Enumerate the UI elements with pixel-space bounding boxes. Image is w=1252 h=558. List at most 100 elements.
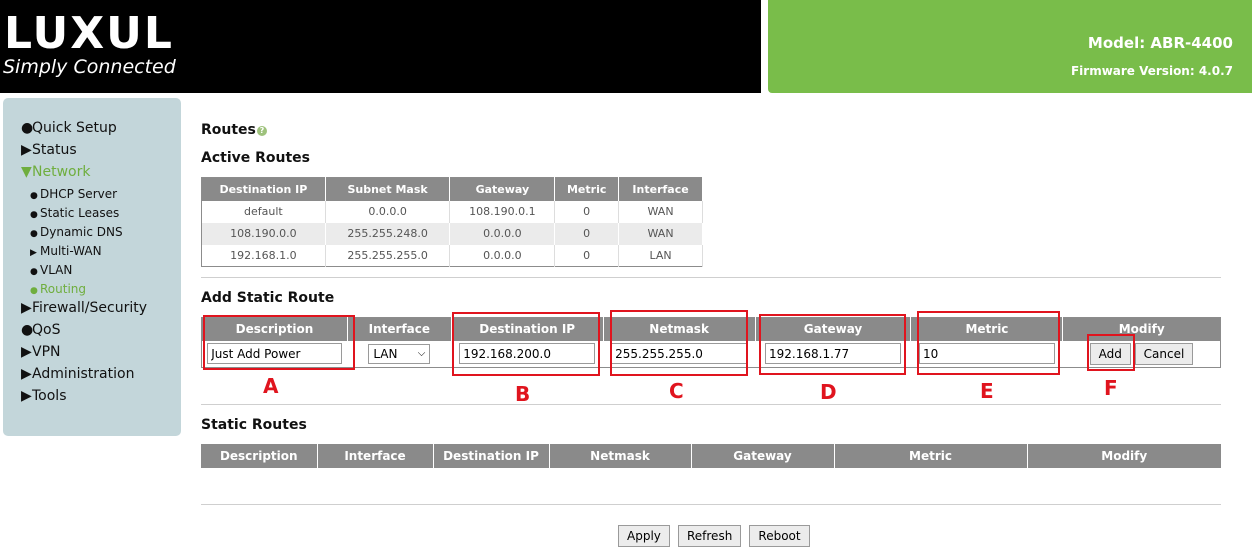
bullet-icon: ● <box>30 286 38 296</box>
nav-label: Firewall/Security <box>32 300 148 316</box>
table-cell: 255.255.248.0 <box>325 222 451 245</box>
nav-vlan[interactable]: ● VLAN <box>30 263 72 277</box>
nav-status[interactable]: ▶Status <box>21 142 77 158</box>
annotation-box-d <box>759 314 906 375</box>
table-row: 192.168.1.0 255.255.255.0 0.0.0.0 0 LAN <box>201 244 703 267</box>
nav-tools[interactable]: ▶Tools <box>21 388 67 404</box>
nav-vpn[interactable]: ▶VPN <box>21 344 61 360</box>
table-cell: 0 <box>554 222 620 245</box>
add-static-route-title: Add Static Route <box>201 290 335 306</box>
nav-administration[interactable]: ▶Administration <box>21 366 134 382</box>
divider <box>201 277 1221 278</box>
apply-button[interactable]: Apply <box>618 525 670 547</box>
table-cell: LAN <box>618 244 703 267</box>
column-header: Destination IP <box>201 177 326 201</box>
column-header: Destination IP <box>433 444 550 468</box>
table-cell: default <box>201 200 326 223</box>
nav-label: DHCP Server <box>40 187 118 201</box>
interface-select[interactable]: LAN ⌵ <box>368 343 431 364</box>
table-cell: 0 <box>554 244 620 267</box>
column-header: Interface <box>618 177 703 201</box>
nav-label: QoS <box>32 322 61 338</box>
reboot-button[interactable]: Reboot <box>749 525 810 547</box>
bullet-icon: ● <box>21 120 34 136</box>
nav-multi-wan[interactable]: ▶ Multi-WAN <box>30 244 102 258</box>
annotation-label-c: C <box>669 379 684 403</box>
interface-select-value: LAN <box>373 346 398 361</box>
model-label: Model: ABR-4400 <box>1087 34 1233 52</box>
nav-label: Status <box>32 142 77 158</box>
header-right: Model: ABR-4400 Firmware Version: 4.0.7 <box>768 0 1252 93</box>
column-header: Gateway <box>449 177 556 201</box>
page-title: Routes? <box>201 122 267 138</box>
triangle-down-icon: ▼ <box>21 164 32 180</box>
annotation-label-f: F <box>1104 376 1118 400</box>
table-cell: 255.255.255.0 <box>325 244 451 267</box>
table-cell: WAN <box>618 200 703 223</box>
table-row: default 0.0.0.0 108.190.0.1 0 WAN <box>201 200 703 223</box>
column-header: Interface <box>347 317 452 341</box>
table-cell: 108.190.0.0 <box>201 222 326 245</box>
nav-quick-setup[interactable]: ●Quick Setup <box>21 120 117 136</box>
annotation-label-a: A <box>263 374 279 398</box>
nav-label: Routing <box>40 282 87 296</box>
nav-dynamic-dns[interactable]: ● Dynamic DNS <box>30 225 123 239</box>
nav-label: Network <box>32 164 91 180</box>
annotation-label-d: D <box>820 380 837 404</box>
bullet-icon: ● <box>30 267 38 277</box>
table-cell: 192.168.1.0 <box>201 244 326 267</box>
table-cell: 0.0.0.0 <box>449 244 556 267</box>
nav-routing[interactable]: ● Routing <box>30 282 86 296</box>
nav-firewall-security[interactable]: ▶Firewall/Security <box>21 300 147 316</box>
active-routes-title: Active Routes <box>201 150 311 166</box>
chevron-down-icon: ⌵ <box>417 347 426 359</box>
nav-label: Dynamic DNS <box>40 225 123 239</box>
footer-buttons: Apply Refresh Reboot <box>618 525 813 547</box>
static-routes-title: Static Routes <box>201 417 307 433</box>
table-cell: WAN <box>618 222 703 245</box>
firmware-label: Firmware Version: 4.0.7 <box>1070 64 1233 78</box>
luxul-logo: LUXUL <box>4 8 174 59</box>
annotation-box-f <box>1087 334 1135 371</box>
nav-label: VLAN <box>40 263 73 277</box>
column-header: Modify <box>1027 444 1221 468</box>
column-header: Metric <box>834 444 1028 468</box>
annotation-box-e <box>917 311 1060 375</box>
column-header: Description <box>201 444 318 468</box>
column-header: Subnet Mask <box>325 177 451 201</box>
bullet-icon: ● <box>21 322 34 338</box>
column-header: Interface <box>317 444 434 468</box>
column-header: Netmask <box>549 444 692 468</box>
table-cell: 108.190.0.1 <box>449 200 556 223</box>
triangle-right-icon: ▶ <box>21 388 32 404</box>
table-row: 108.190.0.0 255.255.248.0 0.0.0.0 0 WAN <box>201 222 703 245</box>
triangle-right-icon: ▶ <box>21 366 32 382</box>
annotation-box-b <box>452 312 600 376</box>
nav-label: VPN <box>32 344 61 360</box>
triangle-right-icon: ▶ <box>30 248 37 258</box>
triangle-right-icon: ▶ <box>21 300 32 316</box>
help-icon[interactable]: ? <box>256 126 267 136</box>
cancel-button[interactable]: Cancel <box>1134 342 1194 365</box>
divider <box>201 404 1221 405</box>
bullet-icon: ● <box>30 210 38 220</box>
annotation-label-b: B <box>515 382 531 406</box>
nav-static-leases[interactable]: ● Static Leases <box>30 206 119 220</box>
column-header: Gateway <box>691 444 835 468</box>
annotation-box-a <box>203 315 355 370</box>
annotation-label-e: E <box>980 379 994 403</box>
refresh-button[interactable]: Refresh <box>677 525 742 547</box>
nav-label: Multi-WAN <box>40 244 102 258</box>
nav-label: Quick Setup <box>32 120 117 136</box>
annotation-box-c <box>610 310 748 376</box>
table-cell: LAN ⌵ <box>347 340 452 368</box>
nav-dhcp-server[interactable]: ● DHCP Server <box>30 187 117 201</box>
table-cell: 0 <box>554 200 620 223</box>
nav-label: Tools <box>32 388 67 404</box>
nav-qos[interactable]: ●QoS <box>21 322 60 338</box>
page-title-text: Routes <box>201 122 256 138</box>
sidebar: ●Quick Setup ▶Status ▼Network ● DHCP Serv… <box>3 98 181 436</box>
header-left: LUXUL Simply Connected <box>0 0 761 93</box>
nav-network[interactable]: ▼Network <box>21 164 90 180</box>
table-header-row: Destination IP Subnet Mask Gateway Metri… <box>201 177 703 201</box>
